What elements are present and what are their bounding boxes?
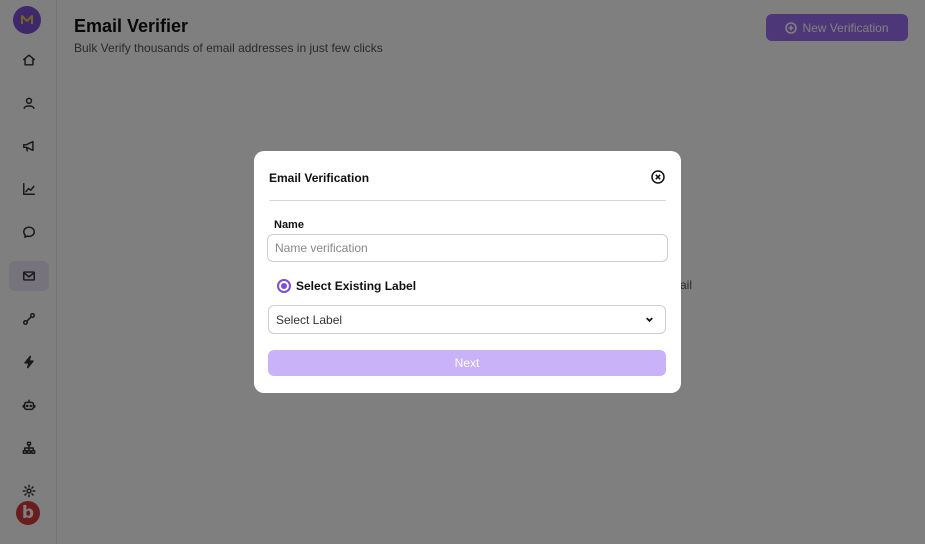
name-label: Name [274,219,304,231]
chevron-down-icon [646,317,653,323]
radio-button[interactable] [277,279,291,293]
radio-selected-dot [281,283,287,289]
name-input[interactable] [267,234,668,262]
label-select[interactable]: Select Label [268,305,666,334]
close-button[interactable] [651,170,665,184]
radio-label: Select Existing Label [296,279,417,293]
label-select-value: Select Label [276,312,343,327]
select-existing-label-option[interactable]: Select Existing Label [277,279,416,293]
next-button[interactable]: Next [268,350,666,376]
modal-divider [269,200,666,201]
email-verification-modal: Email Verification Name Select Existing … [254,151,681,393]
close-circle-icon [651,170,665,184]
modal-title: Email Verification [269,171,370,185]
